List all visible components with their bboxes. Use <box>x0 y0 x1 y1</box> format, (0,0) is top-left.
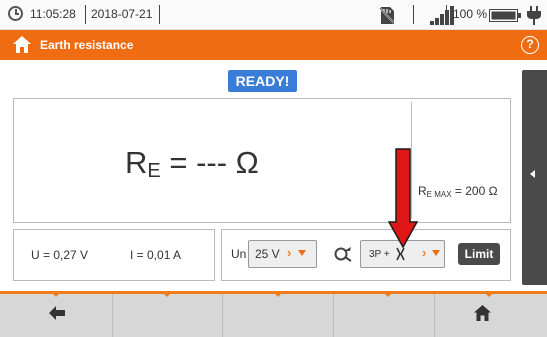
tab-notch <box>275 294 281 297</box>
result-subscript: E <box>147 160 161 182</box>
status-badge: READY! <box>228 70 297 92</box>
help-icon[interactable]: ? <box>521 36 539 54</box>
page-title: Earth resistance <box>40 38 134 52</box>
result-panel <box>13 98 511 223</box>
current-reading: I = 0,01 A <box>130 248 182 262</box>
bottom-divider <box>222 294 223 337</box>
status-divider <box>413 5 414 24</box>
status-divider <box>159 5 160 24</box>
clamp-icon <box>396 247 405 261</box>
home-icon[interactable] <box>474 305 491 321</box>
bottom-divider <box>112 294 113 337</box>
battery-percent: 100 % <box>453 7 488 21</box>
limit-button[interactable]: Limit <box>458 243 500 265</box>
status-time: 11:05:28 <box>30 7 76 21</box>
method-select-value: 3P + <box>369 249 390 260</box>
limit-symbol: R <box>418 184 427 198</box>
un-label: Un <box>231 247 247 261</box>
limit-value: = 200 Ω <box>451 184 498 198</box>
annotation-arrow <box>388 148 418 248</box>
home-icon[interactable] <box>13 36 31 53</box>
clock-icon <box>8 6 23 21</box>
tab-notch <box>164 294 170 297</box>
sd-card-icon <box>379 7 395 24</box>
dropdown-arrow-icon <box>298 250 306 256</box>
back-arrow-icon[interactable] <box>49 306 65 320</box>
earth-resistance-result: RE = --- Ω <box>125 145 259 183</box>
voltage-select-value: 25 V <box>255 247 280 261</box>
voltage-reading: U = 0,27 V <box>31 248 89 262</box>
resistance-limit: RE MAX = 200 Ω <box>418 184 498 199</box>
bottom-bar <box>0 291 547 337</box>
status-divider <box>446 5 447 24</box>
status-divider <box>85 5 86 24</box>
status-date: 2018-07-21 <box>91 7 153 21</box>
bottom-divider <box>333 294 334 337</box>
bottom-divider <box>434 294 435 337</box>
result-value: = --- Ω <box>160 145 259 180</box>
tab-notch <box>385 294 391 297</box>
battery-icon <box>489 9 521 22</box>
limit-subscript: E MAX <box>426 190 452 199</box>
dropdown-arrow-icon <box>432 250 440 256</box>
tab-notch <box>53 294 59 297</box>
chevron-right-icon: › <box>287 245 292 260</box>
probe-icon <box>334 247 352 262</box>
tab-notch <box>486 294 492 297</box>
result-symbol: R <box>125 145 148 180</box>
power-plug-icon <box>527 6 541 25</box>
chevron-left-icon <box>530 170 535 178</box>
chevron-right-icon: › <box>422 245 427 260</box>
